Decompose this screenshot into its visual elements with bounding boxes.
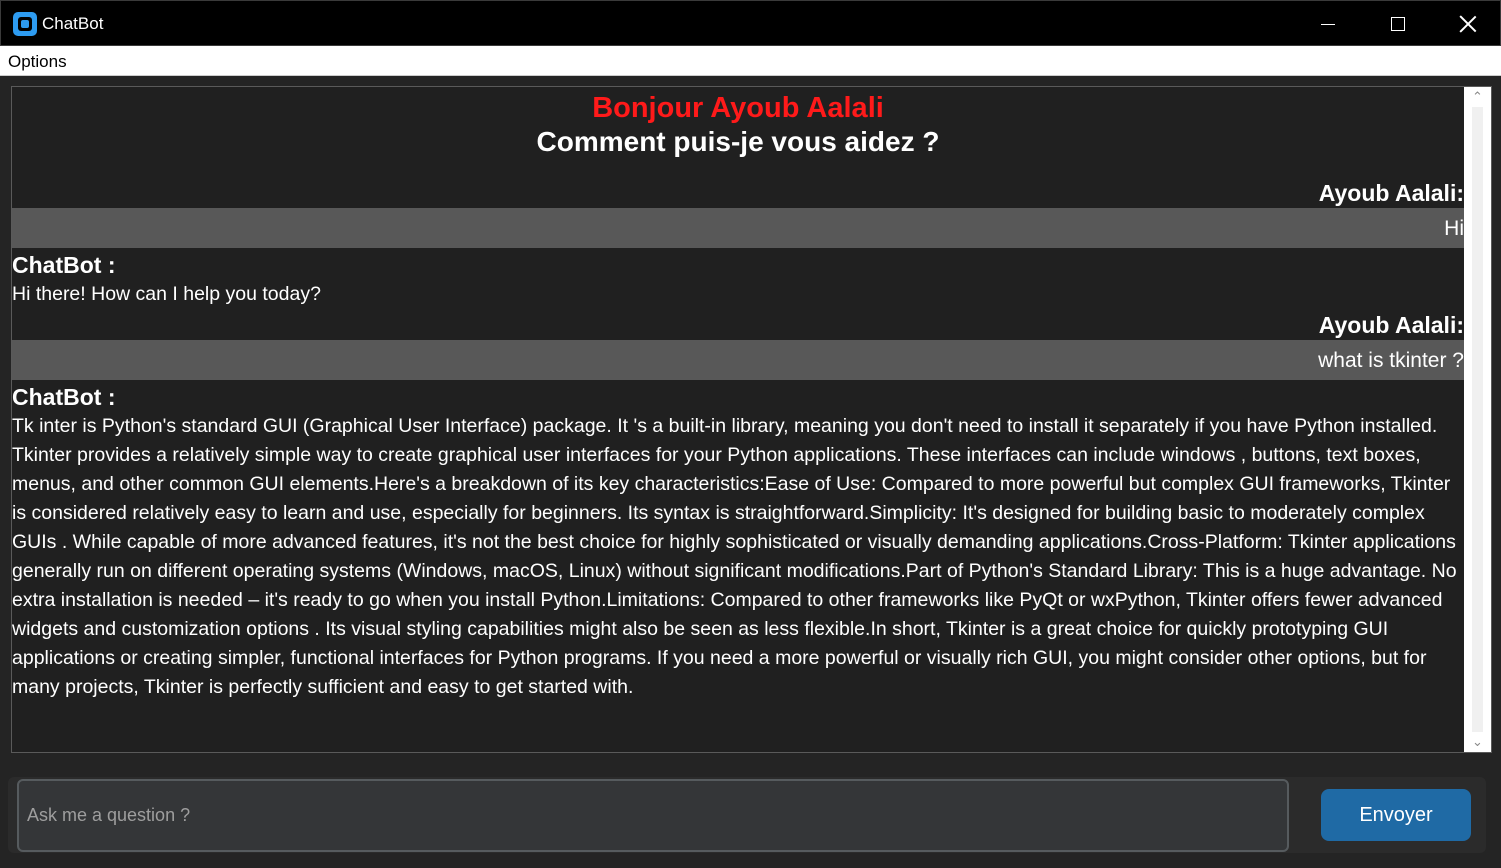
- user-sender-label: Ayoub Aalali:: [1318, 180, 1464, 206]
- greeting-heading: Bonjour Ayoub Aalali: [592, 92, 884, 124]
- maximize-icon: [1391, 17, 1405, 31]
- send-button[interactable]: Envoyer: [1321, 789, 1471, 841]
- scrollbar-thumb[interactable]: [1472, 107, 1483, 732]
- menu-bar: Options: [0, 46, 1501, 76]
- chatbot-app-icon: [13, 12, 37, 36]
- help-prompt-heading: Comment puis-je vous aidez ?: [536, 126, 940, 157]
- chat-scrollbar[interactable]: ⌃ ⌄: [1464, 87, 1491, 752]
- menu-item-options[interactable]: Options: [8, 52, 67, 72]
- maximize-button[interactable]: [1363, 1, 1433, 47]
- minimize-icon: [1321, 23, 1335, 25]
- window-title: ChatBot: [42, 14, 104, 33]
- chat-history[interactable]: Bonjour Ayoub Aalali Comment puis-je vou…: [11, 86, 1492, 753]
- bot-sender-label: ChatBot :: [12, 384, 116, 410]
- chat-content: Bonjour Ayoub Aalali Comment puis-je vou…: [12, 87, 1464, 702]
- user-sender-label: Ayoub Aalali:: [1318, 312, 1464, 338]
- close-icon: [1459, 15, 1477, 33]
- user-message: Hi: [12, 208, 1464, 248]
- scroll-up-arrow-icon[interactable]: ⌃: [1464, 87, 1491, 107]
- user-message: what is tkinter ?: [12, 340, 1464, 380]
- bot-message: Tk inter is Python's standard GUI (Graph…: [12, 415, 1457, 698]
- bot-sender-label: ChatBot :: [12, 252, 116, 278]
- minimize-button[interactable]: [1293, 1, 1363, 47]
- question-input[interactable]: [17, 779, 1289, 852]
- close-button[interactable]: [1433, 1, 1501, 47]
- scroll-down-arrow-icon[interactable]: ⌄: [1464, 732, 1491, 752]
- bot-message: Hi there! How can I help you today?: [12, 283, 321, 305]
- title-bar: ChatBot: [0, 0, 1501, 46]
